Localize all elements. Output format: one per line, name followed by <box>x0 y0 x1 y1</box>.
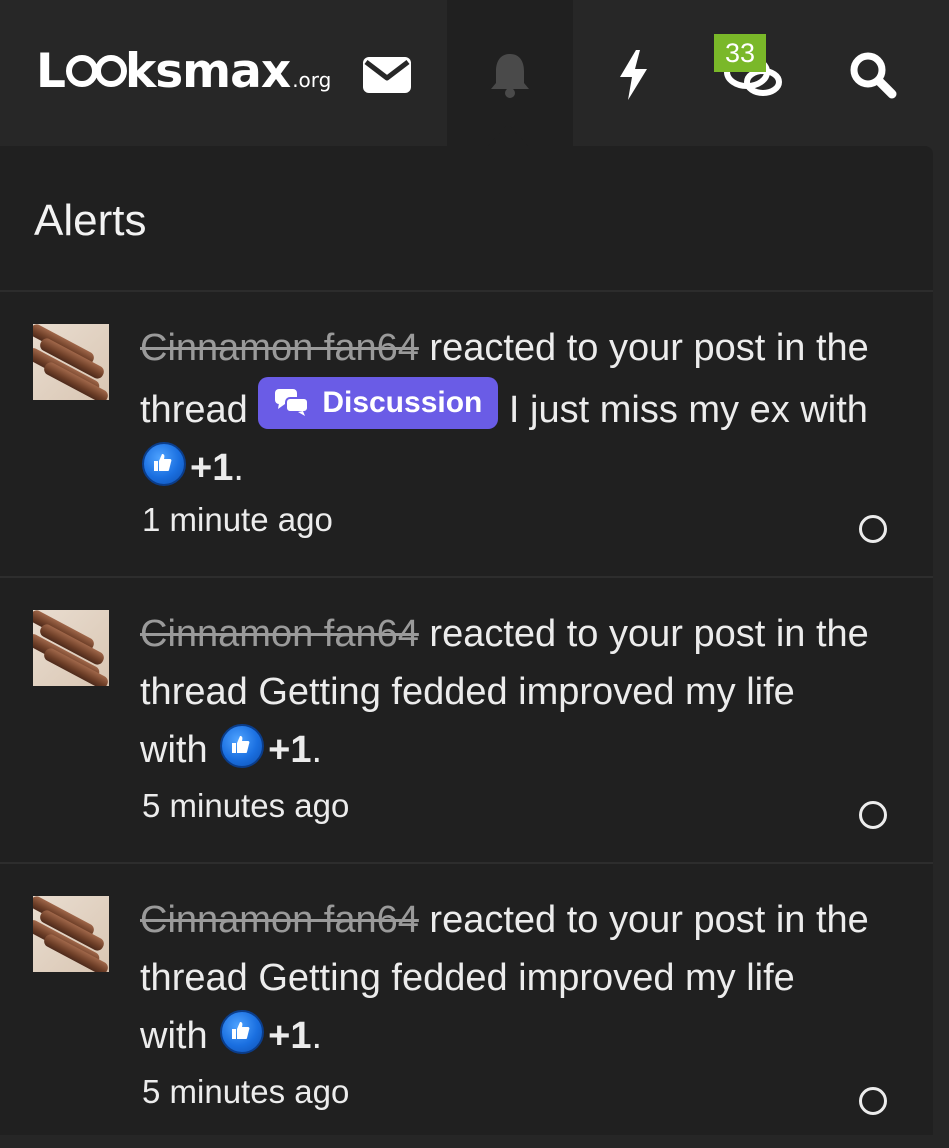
chat-count-badge: 33 <box>714 34 766 72</box>
discussion-icon <box>275 389 310 416</box>
menu-caret <box>486 124 530 148</box>
logo-prefix-text: L <box>36 44 66 99</box>
top-nav: L ksmax .org 33 <box>0 0 949 150</box>
alert-timestamp: 5 minutes ago <box>142 787 350 824</box>
reaction-label: +1 <box>268 1015 312 1057</box>
thread-title-link[interactable]: Getting fedded improved my life <box>258 671 795 713</box>
thread-title-link[interactable]: I just miss my ex <box>498 389 790 431</box>
logo-oo-glyph <box>65 55 127 87</box>
alert-timestamp: 1 minute ago <box>142 501 333 538</box>
alert-with: with <box>140 729 219 771</box>
alert-text: Cinnamon fan64 reacted to your post in t… <box>140 605 870 779</box>
avatar[interactable] <box>33 324 109 400</box>
thread-prefix-badge[interactable]: Discussion <box>258 377 499 429</box>
alerts-title: Alerts <box>34 196 147 245</box>
alert-period: . <box>233 447 244 489</box>
username-link[interactable]: Cinnamon fan64 <box>140 327 419 369</box>
mark-read-toggle[interactable] <box>859 515 887 543</box>
alert-period: . <box>311 729 323 771</box>
logo-tld: .org <box>292 68 332 92</box>
site-logo[interactable]: L ksmax .org <box>36 44 331 104</box>
prefix-label: Discussion <box>322 386 483 419</box>
mark-read-toggle[interactable] <box>859 801 887 829</box>
like-reaction-icon <box>142 442 186 486</box>
alert-item[interactable]: Cinnamon fan64 reacted to your post in t… <box>0 578 933 864</box>
alert-text: Cinnamon fan64 reacted to your post in t… <box>140 891 870 1065</box>
search-icon[interactable] <box>838 40 908 110</box>
like-reaction-icon <box>220 724 265 768</box>
mark-read-toggle[interactable] <box>859 1087 887 1115</box>
alert-period: . <box>311 1015 323 1057</box>
alerts-menu: Alerts Cinnamon fan64 reacted to your po… <box>0 146 933 1135</box>
alert-item[interactable]: Cinnamon fan64 reacted to your post in t… <box>0 864 933 1148</box>
reaction-label: +1 <box>268 729 312 771</box>
bell-icon[interactable] <box>475 40 545 110</box>
lightning-icon[interactable] <box>598 40 668 110</box>
alert-text: Cinnamon fan64 reacted to your post in t… <box>140 319 870 497</box>
logo-suffix-text: ksmax <box>124 44 291 99</box>
mail-icon[interactable] <box>352 40 422 110</box>
username-link[interactable]: Cinnamon fan64 <box>140 899 419 941</box>
alert-timestamp: 5 minutes ago <box>142 1073 350 1110</box>
avatar[interactable] <box>33 610 109 686</box>
username-link[interactable]: Cinnamon fan64 <box>140 613 419 655</box>
reaction-label: +1 <box>190 447 234 489</box>
alert-with: with <box>789 389 868 431</box>
avatar[interactable] <box>33 896 109 972</box>
alerts-header: Alerts <box>0 146 933 292</box>
thread-title-link[interactable]: Getting fedded improved my life <box>258 957 795 999</box>
alert-with: with <box>140 1015 219 1057</box>
like-reaction-icon <box>220 1010 265 1054</box>
alert-item[interactable]: Cinnamon fan64 reacted to your post in t… <box>0 292 933 578</box>
page-edge <box>931 150 949 180</box>
